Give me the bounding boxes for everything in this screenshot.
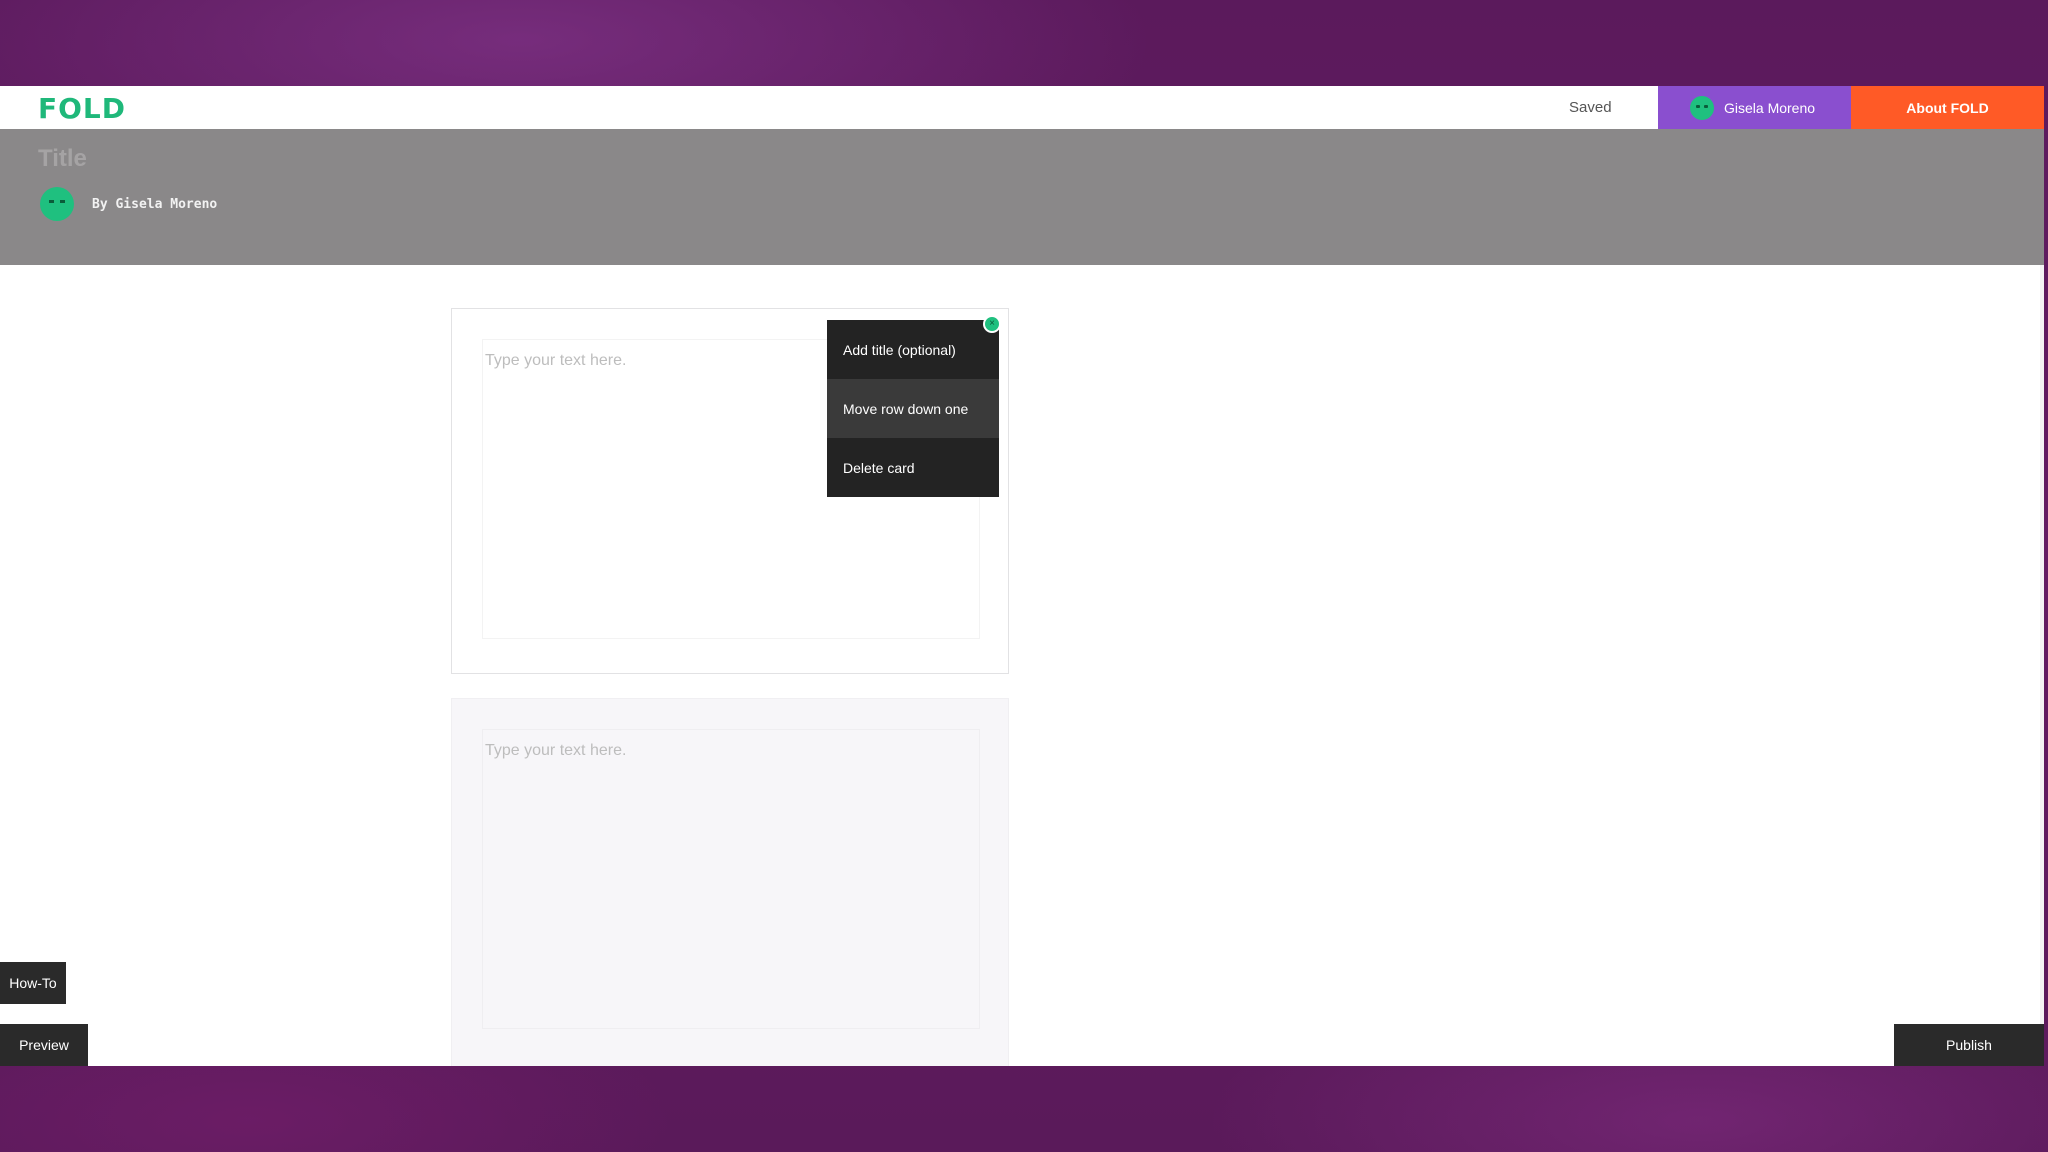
close-icon[interactable]: ×: [983, 315, 1001, 333]
menu-item-move-row-down[interactable]: Move row down one: [827, 379, 999, 438]
byline: By Gisela Moreno: [40, 187, 217, 221]
about-fold-button[interactable]: About FOLD: [1851, 86, 2044, 129]
text-card: Type your text here.: [451, 698, 1009, 1066]
avatar-icon: [40, 187, 74, 221]
top-navigation: FOLD Saved Gisela Moreno About FOLD: [0, 86, 2044, 129]
user-menu-button[interactable]: Gisela Moreno: [1658, 86, 1851, 129]
fold-logo[interactable]: FOLD: [38, 92, 126, 125]
preview-button[interactable]: Preview: [0, 1024, 88, 1066]
scrollbar[interactable]: [2040, 265, 2044, 1065]
how-to-button[interactable]: How-To: [0, 962, 66, 1004]
story-header: Title By Gisela Moreno: [0, 129, 2044, 265]
save-status: Saved: [1569, 99, 1612, 116]
avatar-icon: [1690, 95, 1714, 120]
menu-item-delete-card[interactable]: Delete card: [827, 438, 999, 497]
menu-item-add-title[interactable]: Add title (optional): [827, 320, 999, 379]
story-title[interactable]: Title: [38, 145, 87, 173]
app-window: FOLD Saved Gisela Moreno About FOLD Titl…: [0, 86, 2044, 1066]
byline-text: By Gisela Moreno: [92, 196, 218, 212]
user-name: Gisela Moreno: [1724, 99, 1816, 116]
card-options-menu: Add title (optional) Move row down one D…: [827, 320, 999, 497]
publish-button[interactable]: Publish: [1894, 1024, 2044, 1066]
card-text-input[interactable]: Type your text here.: [482, 729, 980, 1029]
